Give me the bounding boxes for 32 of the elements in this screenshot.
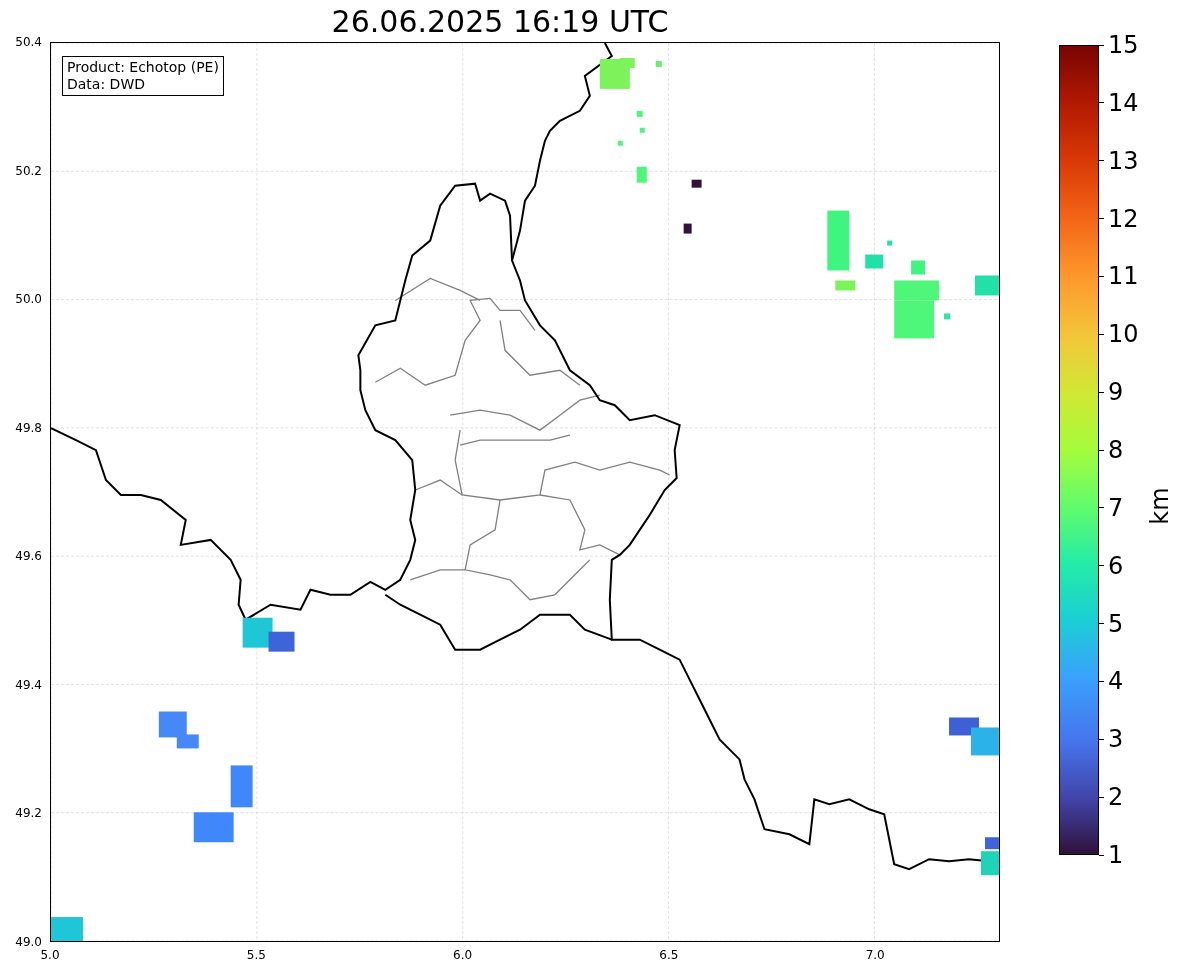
y-tick-label: 49.0 <box>15 935 42 949</box>
y-tick-label: 49.4 <box>15 677 42 692</box>
y-tick-label: 49.6 <box>15 549 42 564</box>
colorbar-tick-label: 14 <box>1108 88 1139 117</box>
colorbar-tick-label: 15 <box>1108 31 1139 59</box>
colorbar-tick-label: 6 <box>1108 551 1124 580</box>
y-tick-label: 50.4 <box>15 35 42 49</box>
colorbar-tick-label: 7 <box>1108 493 1124 522</box>
colorbar-tick-label: 2 <box>1108 783 1124 812</box>
colorbar-tick-label: 12 <box>1108 204 1139 233</box>
info-text: Data: DWD <box>67 76 146 93</box>
colorbar-tick-label: 5 <box>1108 609 1124 638</box>
x-tick-label: 5.0 <box>40 948 60 962</box>
y-tick-label: 50.2 <box>15 163 42 178</box>
colorbar-tick-label: 4 <box>1108 667 1124 696</box>
x-tick-label: 7.0 <box>865 948 885 962</box>
x-tick-label: 5.5 <box>246 948 266 962</box>
x-tick-label: 6.0 <box>453 948 473 962</box>
colorbar-tick-label: 10 <box>1108 320 1139 349</box>
colorbar-label: km <box>1145 486 1174 525</box>
y-tick-label: 50.0 <box>15 292 42 307</box>
colorbar-tick-label: 11 <box>1108 262 1139 291</box>
colorbar-tick-label: 13 <box>1108 146 1139 175</box>
colorbar-tick-label: 9 <box>1108 378 1124 407</box>
colorbar-tick-label: 8 <box>1108 436 1124 464</box>
chart-title: 26.06.2025 16:19 UTC <box>331 4 669 39</box>
x-tick-label: 6.5 <box>659 948 679 962</box>
colorbar-tick-label: 1 <box>1108 841 1124 869</box>
y-tick-label: 49.8 <box>15 420 42 435</box>
info-text: Product: Echotop (PE) <box>67 59 219 76</box>
y-tick-label: 49.2 <box>15 806 42 821</box>
colorbar-tick-label: 3 <box>1108 725 1124 754</box>
